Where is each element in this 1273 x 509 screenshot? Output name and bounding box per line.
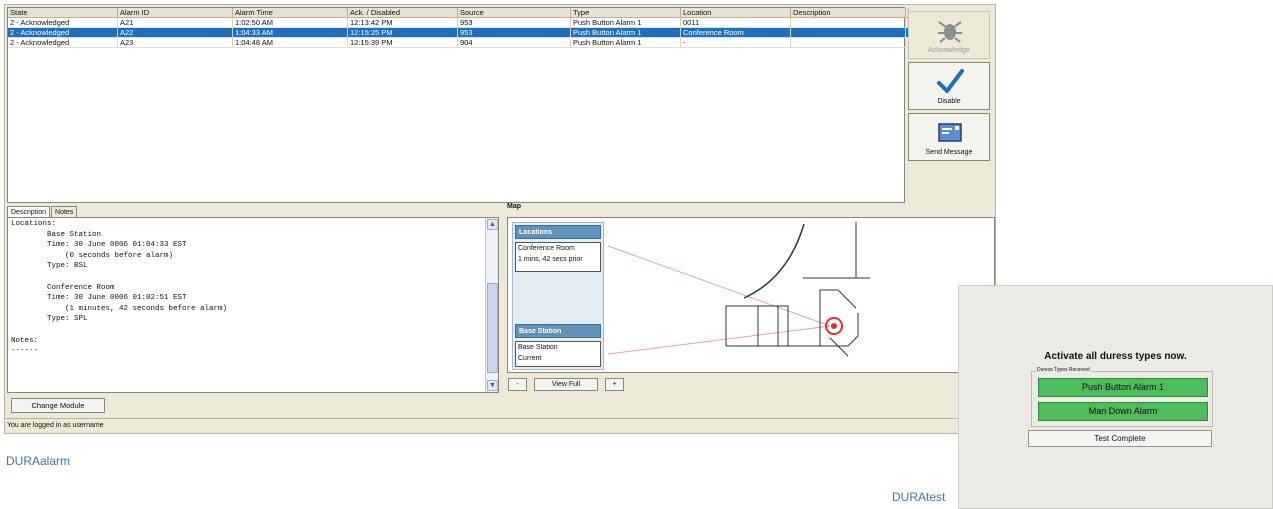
cell-type: Push Button Alarm 1 — [571, 28, 681, 38]
cell-ack: 12:15:39 PM — [348, 38, 458, 48]
scroll-up-icon[interactable]: ▲ — [487, 219, 498, 230]
column-header-alarm-time[interactable]: Alarm Time — [233, 8, 348, 18]
scroll-down-icon[interactable]: ▼ — [487, 380, 498, 391]
column-header-description[interactable]: Description — [791, 8, 906, 18]
checkmark-icon — [937, 69, 964, 93]
duress-group-label: Duress Types Received — [1036, 367, 1091, 373]
cell-description — [791, 28, 906, 38]
cell-location: Conference Room — [681, 28, 791, 38]
alarm-table: State Alarm ID Alarm Time Ack. / Disable… — [7, 7, 909, 203]
scroll-thumb[interactable] — [487, 283, 498, 373]
send-message-button[interactable]: Send Message — [908, 113, 990, 161]
floor-plan[interactable] — [608, 218, 992, 372]
base-station-header: Base Station — [515, 324, 601, 338]
cell-state: 2 - Acknowledged — [8, 38, 118, 48]
column-header-location[interactable]: Location — [681, 8, 791, 18]
cell-type: Push Button Alarm 1 — [571, 38, 681, 48]
location-name: Conference Room — [518, 245, 575, 252]
acknowledge-button[interactable]: Acknowledge — [908, 11, 990, 59]
location-item-conference-room[interactable]: Conference Room 1 mins, 42 secs prior — [515, 242, 601, 272]
message-icon — [938, 123, 962, 142]
map-panel: Locations Conference Room 1 mins, 42 sec… — [507, 217, 995, 373]
column-header-alarm-id[interactable]: Alarm ID — [118, 8, 233, 18]
description-text: Locations: Base Station Time: 30 June 00… — [11, 220, 228, 356]
table-row[interactable]: 2 - Acknowledged A21 1:02:50 AM 12:13:42… — [8, 18, 909, 28]
cell-alarm-id: A23 — [118, 38, 233, 48]
test-instruction: Activate all duress types now. — [1044, 351, 1187, 362]
cell-alarm-time: 1:04:33 AM — [233, 28, 348, 38]
table-row[interactable]: 2 - Acknowledged A23 1:04:48 AM 12:15:39… — [8, 38, 909, 48]
disable-label: Disable — [937, 98, 961, 105]
map-title: Map — [507, 203, 521, 210]
table-header: State Alarm ID Alarm Time Ack. / Disable… — [8, 8, 909, 18]
test-complete-button[interactable]: Test Complete — [1028, 430, 1212, 447]
column-header-ack[interactable]: Ack. / Disabled — [348, 8, 458, 18]
bug-icon — [938, 21, 962, 43]
duratest-caption: DURAtest — [892, 490, 946, 504]
location-time: 1 mins, 42 secs prior — [518, 256, 583, 263]
action-buttons: Acknowledge Disable Send Message — [908, 11, 992, 164]
duratest-panel: Activate all duress types now. Duress Ty… — [958, 285, 1273, 509]
duress-item-push-button: Push Button Alarm 1 — [1038, 378, 1208, 397]
cell-ack: 12:13:42 PM — [348, 18, 458, 28]
send-message-label: Send Message — [925, 149, 973, 156]
acknowledge-label: Acknowledge — [928, 47, 970, 54]
column-header-type[interactable]: Type — [571, 8, 681, 18]
column-header-state[interactable]: State — [8, 8, 118, 18]
view-full-button[interactable]: View Full — [534, 378, 598, 391]
cell-description — [791, 18, 906, 28]
change-module-button[interactable]: Change Module — [11, 398, 105, 413]
cell-source: 953 — [458, 18, 571, 28]
duraalarm-window: State Alarm ID Alarm Time Ack. / Disable… — [4, 4, 996, 434]
column-header-source[interactable]: Source — [458, 8, 571, 18]
base-time: Current — [518, 355, 542, 362]
cell-source: 904 — [458, 38, 571, 48]
description-panel: Locations: Base Station Time: 30 June 00… — [7, 217, 499, 393]
duress-item-man-down: Man Down Alarm — [1038, 402, 1208, 421]
cell-alarm-time: 1:02:50 AM — [233, 18, 348, 28]
cell-type: Push Button Alarm 1 — [571, 18, 681, 28]
cell-state: 2 - Acknowledged — [8, 18, 118, 28]
cell-source: 953 — [458, 28, 571, 38]
base-name: Base Station — [518, 344, 558, 351]
cell-ack: 12:15:25 PM — [348, 28, 458, 38]
duraalarm-caption: DURAalarm — [6, 454, 71, 468]
table-row-selected[interactable]: 2 - Acknowledged A22 1:04:33 AM 12:15:25… — [8, 28, 909, 38]
cell-state: 2 - Acknowledged — [8, 28, 118, 38]
locations-header: Locations — [515, 225, 601, 239]
zoom-in-button[interactable]: + — [605, 378, 624, 391]
zoom-out-button[interactable]: - — [508, 378, 527, 391]
description-scrollbar[interactable]: ▲ ▼ — [485, 218, 498, 392]
disable-button[interactable]: Disable — [908, 62, 990, 110]
cell-location: - — [681, 38, 791, 48]
cell-location: 0011 — [681, 18, 791, 28]
cell-description — [791, 38, 906, 48]
location-item-base-station[interactable]: Base Station Current — [515, 341, 601, 367]
location-list: Locations Conference Room 1 mins, 42 sec… — [512, 222, 604, 370]
duress-types-group: Duress Types Received Push Button Alarm … — [1031, 367, 1213, 427]
cell-alarm-time: 1:04:48 AM — [233, 38, 348, 48]
cell-alarm-id: A22 — [118, 28, 233, 38]
status-bar: You are logged in as username — [5, 418, 995, 432]
map-controls: - View Full + — [508, 378, 631, 391]
cell-alarm-id: A21 — [118, 18, 233, 28]
